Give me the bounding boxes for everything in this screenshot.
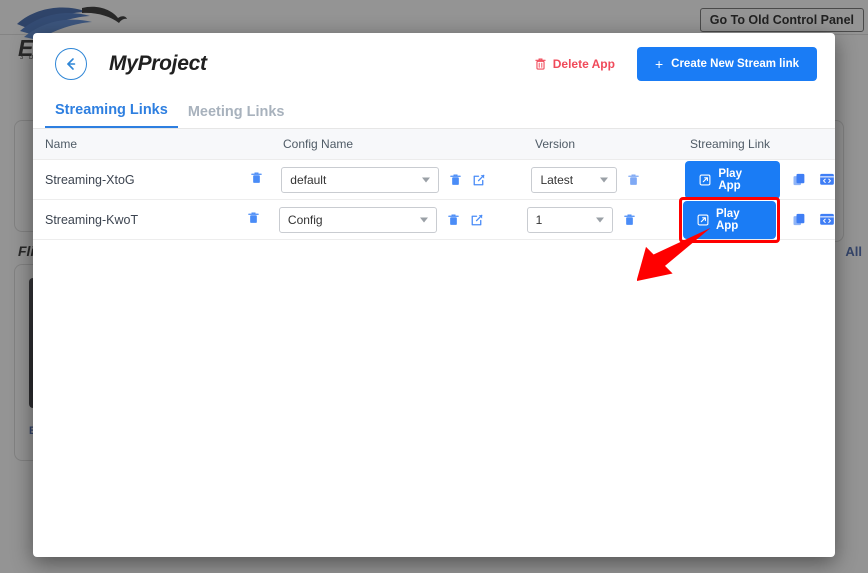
row-delete-button[interactable] — [247, 211, 260, 225]
external-link-icon — [697, 214, 709, 226]
trash-icon — [534, 57, 547, 71]
table-row: Streaming-KwoT Config — [33, 200, 835, 240]
row-name: Streaming-XtoG — [33, 173, 250, 187]
version-select[interactable]: Latest — [531, 167, 617, 193]
create-link-label: Create New Stream link — [671, 58, 799, 70]
column-header-version: Version — [535, 137, 690, 151]
delete-app-label: Delete App — [553, 57, 615, 71]
play-app-button[interactable]: Play App — [685, 161, 780, 199]
copy-icon[interactable] — [792, 172, 807, 187]
back-button[interactable] — [55, 48, 87, 80]
column-header-name: Name — [33, 137, 251, 151]
play-app-label: Play App — [716, 208, 762, 232]
embed-code-icon[interactable] — [819, 172, 835, 187]
delete-app-button[interactable]: Delete App — [534, 57, 615, 71]
version-select[interactable]: 1 — [527, 207, 613, 233]
config-edit-button[interactable] — [472, 173, 486, 187]
play-app-highlight: Play App — [679, 197, 780, 243]
config-edit-button[interactable] — [470, 213, 484, 227]
config-name-value: Config — [288, 213, 323, 227]
modal-header: MyProject Delete App + Create New Stream… — [33, 33, 835, 95]
config-delete-button[interactable] — [447, 213, 460, 227]
play-app-label: Play App — [718, 168, 766, 192]
arrow-left-icon — [63, 56, 79, 72]
play-app-button[interactable]: Play App — [683, 201, 776, 239]
version-delete-button[interactable] — [627, 173, 640, 187]
version-value: Latest — [540, 173, 573, 187]
config-name-value: default — [290, 173, 326, 187]
version-value: 1 — [536, 213, 543, 227]
copy-icon[interactable] — [792, 212, 807, 227]
table-row: Streaming-XtoG default — [33, 160, 835, 200]
chevron-down-icon — [420, 217, 428, 222]
embed-code-icon[interactable] — [819, 212, 835, 227]
create-new-stream-link-button[interactable]: + Create New Stream link — [637, 47, 817, 81]
column-header-streaming-link: Streaming Link — [690, 137, 835, 151]
chevron-down-icon — [600, 177, 608, 182]
plus-icon: + — [655, 57, 663, 71]
project-modal: MyProject Delete App + Create New Stream… — [33, 33, 835, 557]
play-app-wrapper: Play App — [685, 161, 780, 199]
tab-bar: Streaming Links Meeting Links — [33, 95, 835, 129]
config-name-select[interactable]: default — [281, 167, 439, 193]
config-name-select[interactable]: Config — [279, 207, 437, 233]
row-name: Streaming-KwoT — [33, 213, 247, 227]
page-title: MyProject — [109, 52, 207, 76]
table-header: Name Config Name Version Streaming Link — [33, 129, 835, 160]
tab-meeting-links[interactable]: Meeting Links — [178, 104, 295, 128]
config-delete-button[interactable] — [449, 173, 462, 187]
chevron-down-icon — [596, 217, 604, 222]
row-delete-button[interactable] — [250, 171, 263, 185]
tab-streaming-links[interactable]: Streaming Links — [45, 102, 178, 128]
version-delete-button[interactable] — [623, 213, 636, 227]
chevron-down-icon — [422, 177, 430, 182]
column-header-config-name: Config Name — [283, 137, 535, 151]
external-link-icon — [699, 174, 711, 186]
